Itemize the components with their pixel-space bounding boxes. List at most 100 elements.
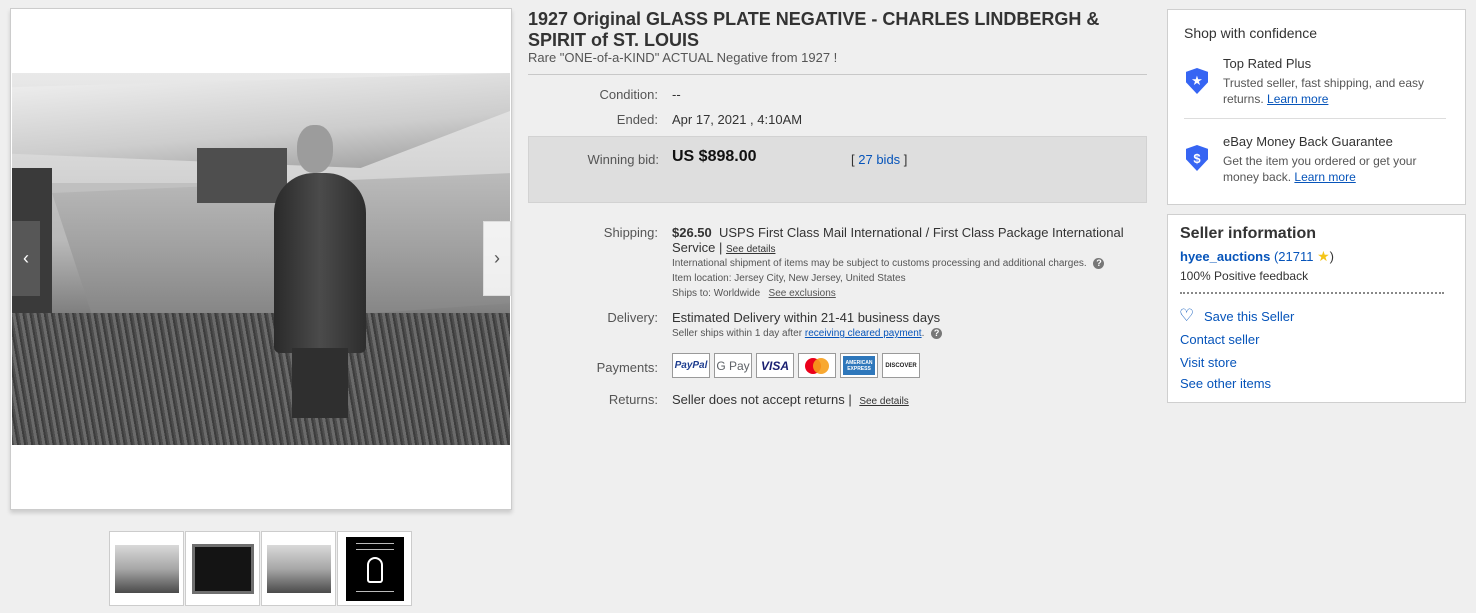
photo-man-legs	[292, 348, 348, 418]
seller-id: hyee_auctions (21711 ★)	[1180, 248, 1334, 265]
shipping-value: $26.50 USPS First Class Mail Internation…	[672, 225, 1142, 240]
money-back-shield-icon: $	[1186, 145, 1208, 171]
ended-value: Apr 17, 2021 , 4:10AM	[672, 112, 803, 127]
delivery-value: Estimated Delivery within 21-41 business…	[672, 310, 941, 325]
shipping-separator: |	[718, 240, 723, 255]
google-pay-icon: G Pay	[714, 353, 752, 378]
shop-confidence-title: Shop with confidence	[1184, 25, 1318, 41]
returns-label: Returns:	[608, 392, 658, 407]
thumbnail-2[interactable]	[185, 531, 260, 606]
delivery-label: Delivery:	[607, 310, 658, 325]
thumbnail-1[interactable]	[109, 531, 184, 606]
thumbnail-image	[114, 544, 179, 593]
seller-information-card: Seller information hyee_auctions (21711 …	[1167, 214, 1466, 403]
seller-divider	[1180, 292, 1444, 294]
thumbnail-3[interactable]	[261, 531, 336, 606]
bid-count: [ 27 bids ]	[851, 152, 907, 167]
shipping-label: Shipping:	[603, 225, 658, 240]
winning-bid-panel: Winning bid: US $898.00 [ 27 bids ]	[528, 136, 1147, 203]
title-divider	[528, 74, 1147, 75]
item-title: 1927 Original GLASS PLATE NEGATIVE - CHA…	[528, 9, 1100, 50]
item-subtitle: Rare "ONE-of-a-KIND" ACTUAL Negative fro…	[528, 50, 838, 65]
condition-value: --	[672, 87, 681, 102]
help-icon[interactable]: ?	[1093, 258, 1105, 269]
guarantee-title: eBay Money Back Guarantee	[1223, 134, 1393, 149]
shop-confidence-divider	[1184, 118, 1446, 119]
ships-to: Ships to: Worldwide See exclusions	[672, 288, 836, 299]
international-note-text: International shipment of items may be s…	[672, 258, 1087, 270]
previous-image-button[interactable]: ‹	[12, 221, 40, 296]
thumbnail-image	[266, 544, 331, 593]
main-image-viewer: ‹ ›	[10, 8, 512, 510]
shipping-service-cont: Service	[672, 240, 716, 255]
international-note: International shipment of items may be s…	[672, 258, 1105, 270]
discover-label: DISCOVER	[885, 362, 917, 369]
handling-time: Seller ships within 1 day after receivin…	[672, 328, 943, 340]
help-icon[interactable]: ?	[931, 328, 943, 339]
top-rated-desc: Trusted seller, fast shipping, and easy …	[1223, 75, 1453, 107]
returns-value: Seller does not accept returns | See det…	[672, 392, 909, 407]
thumbnail-text-line	[355, 548, 394, 550]
ships-to-text: Ships to: Worldwide	[672, 288, 761, 299]
visa-icon: VISA	[756, 353, 794, 378]
visit-store-link[interactable]: Visit store	[1180, 355, 1237, 370]
winning-bid-label: Winning bid:	[587, 152, 659, 167]
bid-history-link[interactable]: 27 bids	[858, 152, 900, 167]
lightbulb-icon	[366, 556, 383, 583]
next-image-button[interactable]: ›	[483, 221, 511, 296]
shipping-service: USPS First Class Mail International / Fi…	[719, 225, 1124, 240]
thumbnail-text-line	[355, 590, 394, 592]
thumbnail-image	[345, 536, 404, 601]
item-location: Item location: Jersey City, New Jersey, …	[672, 273, 906, 284]
star-icon: ★	[1317, 248, 1330, 264]
shop-with-confidence-card: Shop with confidence ★ Top Rated Plus Tr…	[1167, 9, 1466, 205]
returns-text: Seller does not accept returns |	[672, 392, 852, 407]
top-rated-shield-icon: ★	[1186, 68, 1208, 94]
photo-window	[197, 148, 287, 203]
photo-man-body	[274, 173, 366, 353]
handling-text: Seller ships within 1 day after	[672, 328, 803, 340]
photo-man-head	[297, 125, 333, 173]
mastercard-circles	[805, 357, 829, 374]
photo-grass	[12, 313, 510, 445]
winning-bid-value: US $898.00	[672, 148, 757, 165]
top-rated-learn-more-link[interactable]: Learn more	[1267, 92, 1328, 106]
returns-see-details-link[interactable]: See details	[859, 396, 908, 407]
feedback-score-close: )	[1329, 249, 1334, 264]
bid-count-open: [	[851, 152, 855, 167]
thumbnail-strip	[109, 531, 412, 606]
main-photo[interactable]	[12, 73, 510, 445]
see-exclusions-link[interactable]: See exclusions	[769, 288, 836, 299]
ended-label: Ended:	[616, 112, 658, 127]
seller-name-link[interactable]: hyee_auctions	[1180, 249, 1270, 264]
feedback-score-link[interactable]: (21711	[1274, 249, 1314, 264]
heart-icon[interactable]: ♡	[1179, 306, 1194, 326]
amex-icon: AMERICAN EXPRESS	[840, 353, 878, 378]
thumbnail-text-line	[355, 542, 394, 544]
mastercard-icon	[798, 353, 836, 378]
guarantee-desc: Get the item you ordered or get your mon…	[1223, 153, 1453, 185]
chevron-right-icon: ›	[494, 248, 500, 268]
payments-label: Payments:	[596, 360, 658, 375]
discover-icon: DISCOVER	[882, 353, 920, 378]
chevron-left-icon: ‹	[23, 248, 29, 268]
positive-feedback: 100% Positive feedback	[1180, 269, 1309, 283]
shipping-see-details-link[interactable]: See details	[726, 244, 775, 255]
thumbnail-image	[191, 543, 254, 594]
guarantee-learn-more-link[interactable]: Learn more	[1294, 170, 1355, 184]
condition-label: Condition:	[599, 87, 658, 102]
seller-info-title: Seller information	[1180, 225, 1317, 242]
paypal-icon: PayPal	[672, 353, 710, 378]
cleared-payment-link[interactable]: receiving cleared payment	[805, 328, 922, 339]
shipping-price: $26.50	[672, 225, 712, 240]
shipping-service-line2: Service | See details	[672, 240, 775, 255]
see-other-items-link[interactable]: See other items	[1180, 376, 1271, 391]
thumbnail-4[interactable]	[337, 531, 412, 606]
save-seller-link[interactable]: Save this Seller	[1204, 309, 1294, 324]
bid-count-close: ]	[903, 152, 908, 167]
handling-period: .	[921, 328, 925, 340]
top-rated-title: Top Rated Plus	[1223, 56, 1312, 71]
contact-seller-link[interactable]: Contact seller	[1180, 332, 1259, 347]
amex-label: AMERICAN EXPRESS	[843, 356, 875, 375]
payment-methods: PayPal G Pay VISA AMERICAN EXPRESS DISCO…	[672, 353, 920, 378]
